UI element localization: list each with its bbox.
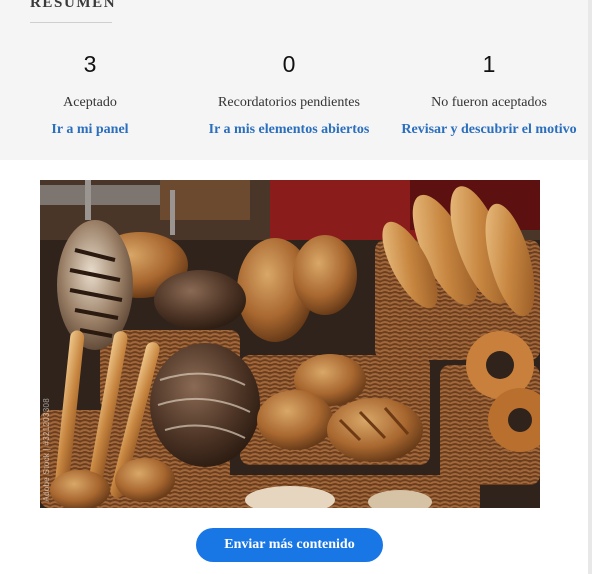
send-more-content-button[interactable]: Enviar más contenido bbox=[196, 528, 383, 562]
stock-watermark: Adobe Stock | #321203308 bbox=[42, 398, 51, 502]
summary-section: RESUMEN 3 Aceptado Ir a mi panel 0 Recor… bbox=[0, 0, 588, 160]
stat-pending: 0 Recordatorios pendientes Ir a mis elem… bbox=[199, 50, 379, 139]
stat-accepted-label: Aceptado bbox=[63, 95, 117, 110]
bread-illustration bbox=[40, 180, 540, 508]
open-items-link[interactable]: Ir a mis elementos abiertos bbox=[199, 121, 379, 139]
stat-accepted-count: 3 bbox=[83, 51, 97, 77]
page-edge bbox=[588, 0, 592, 574]
review-reason-link[interactable]: Revisar y descubrir el motivo bbox=[394, 121, 584, 139]
go-to-panel-link[interactable]: Ir a mi panel bbox=[30, 121, 150, 139]
stat-rejected-count: 1 bbox=[482, 51, 496, 77]
summary-divider bbox=[30, 22, 112, 23]
stat-pending-label: Recordatorios pendientes bbox=[218, 95, 360, 110]
stat-pending-count: 0 bbox=[282, 51, 296, 77]
stat-rejected-label: No fueron aceptados bbox=[431, 95, 547, 110]
bread-photo: Adobe Stock | #321203308 bbox=[40, 180, 540, 508]
summary-title: RESUMEN bbox=[30, 0, 117, 11]
stat-accepted: 3 Aceptado Ir a mi panel bbox=[30, 50, 150, 139]
stat-rejected: 1 No fueron aceptados Revisar y descubri… bbox=[394, 50, 584, 139]
